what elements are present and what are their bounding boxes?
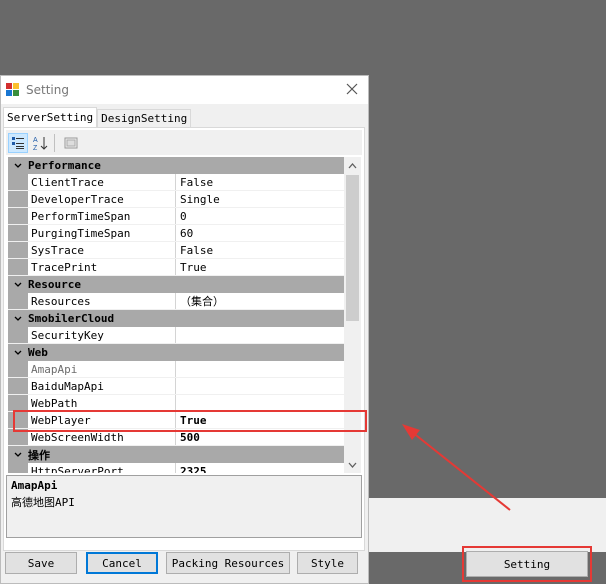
property-row[interactable]: ClientTrace False (8, 174, 344, 191)
cancel-button[interactable]: Cancel (86, 552, 158, 574)
chevron-down-icon[interactable] (8, 314, 28, 324)
property-row[interactable]: TracePrint True (8, 259, 344, 276)
category-operation[interactable]: 操作 (8, 446, 344, 463)
property-value[interactable]: （集合） (176, 293, 344, 309)
property-row[interactable]: SecurityKey (8, 327, 344, 344)
close-icon[interactable] (344, 81, 360, 97)
property-name: SysTrace (28, 242, 176, 258)
description-pane: AmapApi 高德地图API (6, 475, 362, 538)
property-value[interactable]: True (176, 259, 344, 275)
property-name: TracePrint (28, 259, 176, 275)
button-bar: Save Cancel Packing Resources Style (1, 549, 368, 581)
webplayer-highlight (13, 410, 367, 432)
category-web[interactable]: Web (8, 344, 344, 361)
property-value[interactable]: False (176, 174, 344, 190)
property-name: WebPath (28, 395, 176, 411)
property-value[interactable] (176, 361, 344, 377)
setting-button-highlight (462, 546, 592, 582)
description-title: AmapApi (11, 479, 58, 492)
property-value[interactable]: 2325 (176, 463, 344, 474)
property-row[interactable]: DeveloperTrace Single (8, 191, 344, 208)
svg-text:A: A (33, 137, 38, 144)
toolbar-separator (54, 133, 55, 152)
tab-design-setting[interactable]: DesignSetting (97, 109, 192, 127)
property-row[interactable]: HttpServerPort 2325 (8, 463, 344, 473)
property-value[interactable]: 0 (176, 208, 344, 224)
description-text: 高德地图API (11, 496, 75, 509)
categorized-icon[interactable] (8, 132, 28, 153)
chevron-down-icon[interactable] (8, 280, 28, 290)
scroll-down-icon[interactable] (344, 456, 361, 473)
property-name: DeveloperTrace (28, 191, 176, 207)
chevron-down-icon[interactable] (8, 348, 28, 358)
chevron-down-icon[interactable] (8, 450, 28, 460)
property-name: HttpServerPort (28, 463, 176, 473)
property-value[interactable]: Single (176, 191, 344, 207)
property-value[interactable] (176, 378, 344, 394)
scroll-thumb[interactable] (346, 175, 359, 321)
property-name: PerformTimeSpan (28, 208, 176, 224)
property-row[interactable]: BaiduMapApi (8, 378, 344, 395)
save-button[interactable]: Save (5, 552, 77, 574)
alphabetical-icon[interactable]: A Z (30, 133, 50, 153)
property-name: Resources (28, 293, 176, 309)
svg-text:Z: Z (33, 145, 38, 151)
property-value[interactable]: False (176, 242, 344, 258)
property-name: PurgingTimeSpan (28, 225, 176, 241)
category-label: Resource (28, 278, 81, 291)
host-panel (369, 498, 606, 552)
property-row[interactable]: Resources （集合） (8, 293, 344, 310)
property-value[interactable]: 60 (176, 225, 344, 241)
property-name: ClientTrace (28, 174, 176, 190)
property-name: AmapApi (28, 361, 176, 377)
property-row[interactable]: AmapApi (8, 361, 344, 378)
category-label: Performance (28, 159, 101, 172)
tab-strip: ServerSetting DesignSetting (3, 107, 192, 127)
property-grid-panel: A Z Performance ClientTrace False Develop… (3, 127, 365, 551)
tab-server-setting[interactable]: ServerSetting (3, 107, 98, 127)
scroll-up-icon[interactable] (344, 157, 361, 174)
property-name: BaiduMapApi (28, 378, 176, 394)
property-value[interactable] (176, 327, 344, 343)
category-smobilercloud[interactable]: SmobilerCloud (8, 310, 344, 327)
property-row[interactable]: PerformTimeSpan 0 (8, 208, 344, 225)
property-row[interactable]: PurgingTimeSpan 60 (8, 225, 344, 242)
app-icon (6, 83, 20, 97)
property-grid-toolbar: A Z (6, 130, 362, 155)
chevron-down-icon[interactable] (8, 161, 28, 171)
category-performance[interactable]: Performance (8, 157, 344, 174)
property-row[interactable]: SysTrace False (8, 242, 344, 259)
property-value[interactable] (176, 395, 344, 411)
window-title: Setting (26, 83, 69, 97)
title-bar: Setting (1, 76, 368, 104)
style-button[interactable]: Style (297, 552, 358, 574)
property-pages-icon[interactable] (61, 133, 81, 153)
property-name: SecurityKey (28, 327, 176, 343)
setting-dialog: Setting ServerSetting DesignSetting A Z (0, 75, 369, 584)
category-label: SmobilerCloud (28, 312, 115, 325)
packing-resources-button[interactable]: Packing Resources (166, 552, 290, 574)
category-label: Web (28, 346, 48, 359)
category-label: 操作 (28, 448, 50, 462)
category-resource[interactable]: Resource (8, 276, 344, 293)
